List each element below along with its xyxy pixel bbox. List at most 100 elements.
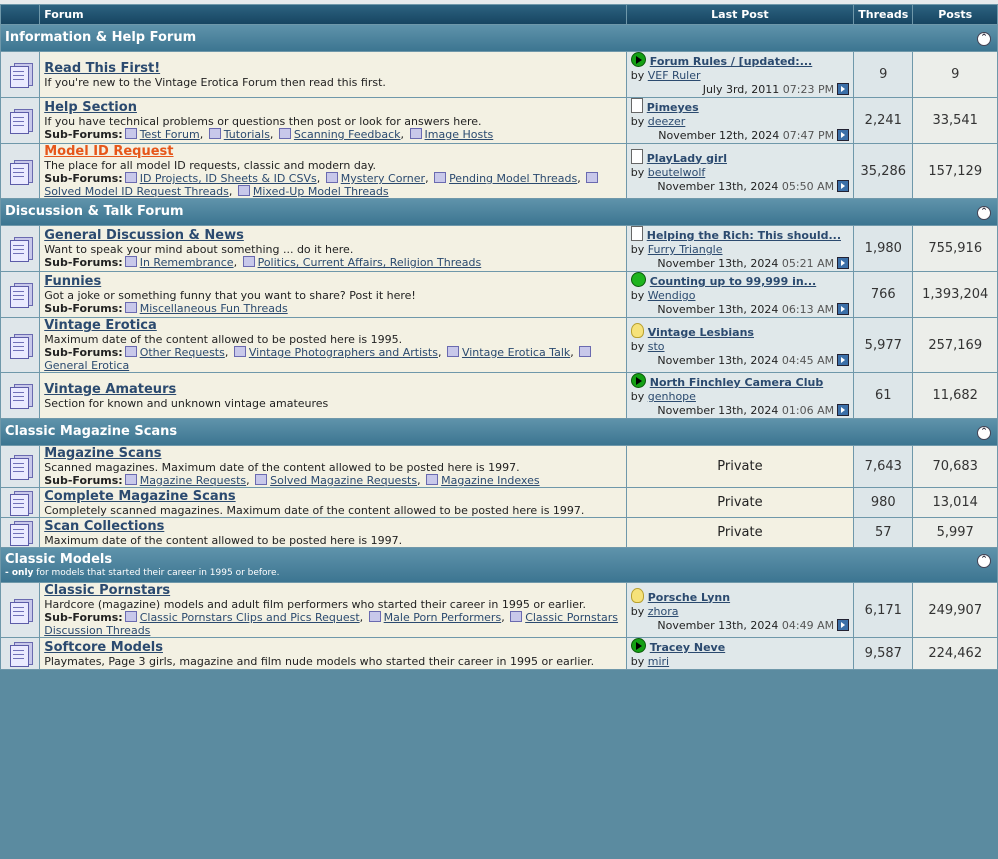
subforum-link[interactable]: In Remembrance — [140, 256, 234, 269]
last-post-title-link[interactable]: Pimeyes — [647, 101, 699, 114]
subforum-link[interactable]: Politics, Current Affairs, Religion Thre… — [258, 256, 482, 269]
post-date: November 13th, 2024 — [657, 257, 779, 270]
subforum-icon — [124, 474, 137, 485]
author-link[interactable]: sto — [648, 340, 665, 353]
thread-count: 35,286 — [854, 144, 913, 198]
subforum-link[interactable]: Test Forum — [140, 128, 200, 141]
subforum-link[interactable]: Other Requests — [140, 346, 225, 359]
last-post-title-link[interactable]: Tracey Neve — [650, 641, 725, 654]
post-bulb-icon — [630, 322, 644, 338]
subforum-link[interactable]: Mystery Corner — [341, 172, 425, 185]
author-link[interactable]: genhope — [648, 390, 696, 403]
subforums-label: Sub-Forums: — [44, 611, 123, 624]
post-count: 257,169 — [913, 318, 997, 372]
forum-row: General Discussion & News Want to speak y… — [1, 226, 997, 271]
go-to-last-post-icon[interactable] — [837, 618, 850, 631]
collapse-icon[interactable]: ⌃ — [977, 554, 991, 568]
post-count: 755,916 — [913, 226, 997, 271]
forum-title-link[interactable]: Scan Collections — [44, 519, 164, 534]
last-post-title-line: Forum Rules / [updated:... — [630, 52, 849, 69]
author-link[interactable]: zhora — [648, 605, 679, 618]
subforum-link[interactable]: Male Porn Performers — [384, 611, 502, 624]
subforums-label: Sub-Forums: — [44, 346, 123, 359]
go-to-last-post-icon[interactable] — [837, 353, 850, 366]
subforum-link[interactable]: Miscellaneous Fun Threads — [140, 302, 288, 315]
subforum-link[interactable]: Magazine Indexes — [441, 474, 539, 487]
forum-title-link[interactable]: Classic Pornstars — [44, 583, 170, 598]
category-subtitle-bold: - only — [5, 568, 34, 578]
post-date: July 3rd, 2011 — [702, 83, 780, 96]
subforum-link[interactable]: Classic Pornstars Clips and Pics Request — [140, 611, 360, 624]
forum-title-link[interactable]: Funnies — [44, 274, 101, 289]
subforum-link[interactable]: General Erotica — [44, 359, 129, 372]
subforum-link[interactable]: Scanning Feedback — [294, 128, 401, 141]
category-title[interactable]: Information & Help Forum — [5, 30, 196, 45]
go-to-last-post-icon[interactable] — [837, 83, 850, 95]
last-post-title-link[interactable]: PlayLady girl — [647, 152, 727, 165]
last-post-title-link[interactable]: Counting up to 99,999 in... — [650, 275, 816, 288]
subforum-icon — [446, 346, 459, 357]
subforum-link[interactable]: Vintage Photographers and Artists — [249, 346, 438, 359]
forum-title-link[interactable]: Complete Magazine Scans — [44, 489, 235, 504]
header-icon-col — [1, 5, 40, 24]
go-to-last-post-icon[interactable] — [837, 179, 850, 192]
author-link[interactable]: miri — [648, 655, 669, 668]
author-link[interactable]: VEF Ruler — [648, 69, 701, 82]
last-post-cell: Pimeyes by deezer November 12th, 2024 07:4… — [626, 98, 854, 143]
last-post-author: by beutelwolf — [631, 166, 849, 180]
forum-title-link[interactable]: Vintage Erotica — [44, 318, 157, 333]
last-post-title-link[interactable]: Forum Rules / [updated:... — [650, 55, 813, 68]
post-count: 13,014 — [913, 488, 997, 517]
subforum-icon — [124, 346, 137, 357]
thread-count: 7,643 — [854, 446, 913, 487]
last-post-title-link[interactable]: Vintage Lesbians — [648, 326, 754, 339]
subforum-link[interactable]: Image Hosts — [425, 128, 494, 141]
go-to-last-post-icon[interactable] — [837, 303, 850, 315]
forum-status-icon-cell — [1, 144, 40, 198]
forum-title-link[interactable]: Softcore Models — [44, 640, 163, 655]
subforum-link[interactable]: Vintage Erotica Talk — [462, 346, 570, 359]
go-to-last-post-icon[interactable] — [837, 404, 850, 416]
subforum-link[interactable]: Solved Model ID Request Threads — [44, 185, 229, 198]
forum-title-link[interactable]: Model ID Request — [44, 144, 173, 159]
last-post-title-line: Tracey Neve — [630, 638, 849, 655]
subforums-list: Sub-Forums: Other Requests, Vintage Photo… — [44, 346, 622, 372]
forum-title-link[interactable]: General Discussion & News — [44, 228, 244, 243]
collapse-icon[interactable]: ⌃ — [977, 206, 991, 220]
category-title[interactable]: Classic Models — [5, 552, 112, 567]
forum-row: Model ID Request The place for all model … — [1, 144, 997, 198]
subforums-list: Sub-Forums: Miscellaneous Fun Threads — [44, 302, 622, 315]
thread-count: 9 — [854, 52, 913, 97]
forum-title-link[interactable]: Vintage Amateurs — [44, 382, 176, 397]
collapse-icon[interactable]: ⌃ — [977, 426, 991, 440]
forum-title-link[interactable]: Read This First! — [44, 61, 160, 76]
author-link[interactable]: deezer — [648, 115, 686, 128]
go-to-last-post-icon[interactable] — [837, 129, 850, 141]
post-time: 04:45 AM — [781, 353, 835, 367]
last-post-author: by genhope — [631, 390, 849, 404]
forum-title-link[interactable]: Magazine Scans — [44, 446, 161, 461]
post-time: 01:06 AM — [781, 404, 835, 417]
forum-status-icon-cell — [1, 583, 40, 637]
subforum-link[interactable]: Tutorials — [224, 128, 270, 141]
last-post-title-link[interactable]: Helping the Rich: This should... — [647, 229, 841, 242]
last-post-title-link[interactable]: North Finchley Camera Club — [650, 376, 823, 389]
category-title[interactable]: Discussion & Talk Forum — [5, 204, 184, 219]
collapse-icon[interactable]: ⌃ — [977, 32, 991, 46]
category-title[interactable]: Classic Magazine Scans — [5, 424, 177, 439]
subforum-link[interactable]: Pending Model Threads — [449, 172, 577, 185]
author-link[interactable]: Wendigo — [648, 289, 696, 302]
forum-folder-icon — [7, 331, 34, 359]
go-to-last-post-icon[interactable] — [837, 257, 850, 269]
forum-title-link[interactable]: Help Section — [44, 100, 137, 115]
author-link[interactable]: Furry Triangle — [648, 243, 723, 256]
subforum-link[interactable]: Solved Magazine Requests — [270, 474, 417, 487]
subforum-link[interactable]: Magazine Requests — [140, 474, 246, 487]
last-post-title-link[interactable]: Porsche Lynn — [648, 591, 730, 604]
forum-description: Want to speak your mind about something … — [44, 243, 354, 256]
author-link[interactable]: beutelwolf — [648, 166, 706, 179]
last-post-date: November 13th, 2024 04:45 AM — [631, 353, 850, 368]
subforum-icon — [510, 611, 523, 622]
subforum-link[interactable]: Mixed-Up Model Threads — [253, 185, 389, 198]
subforum-link[interactable]: ID Projects, ID Sheets & ID CSVs — [140, 172, 317, 185]
